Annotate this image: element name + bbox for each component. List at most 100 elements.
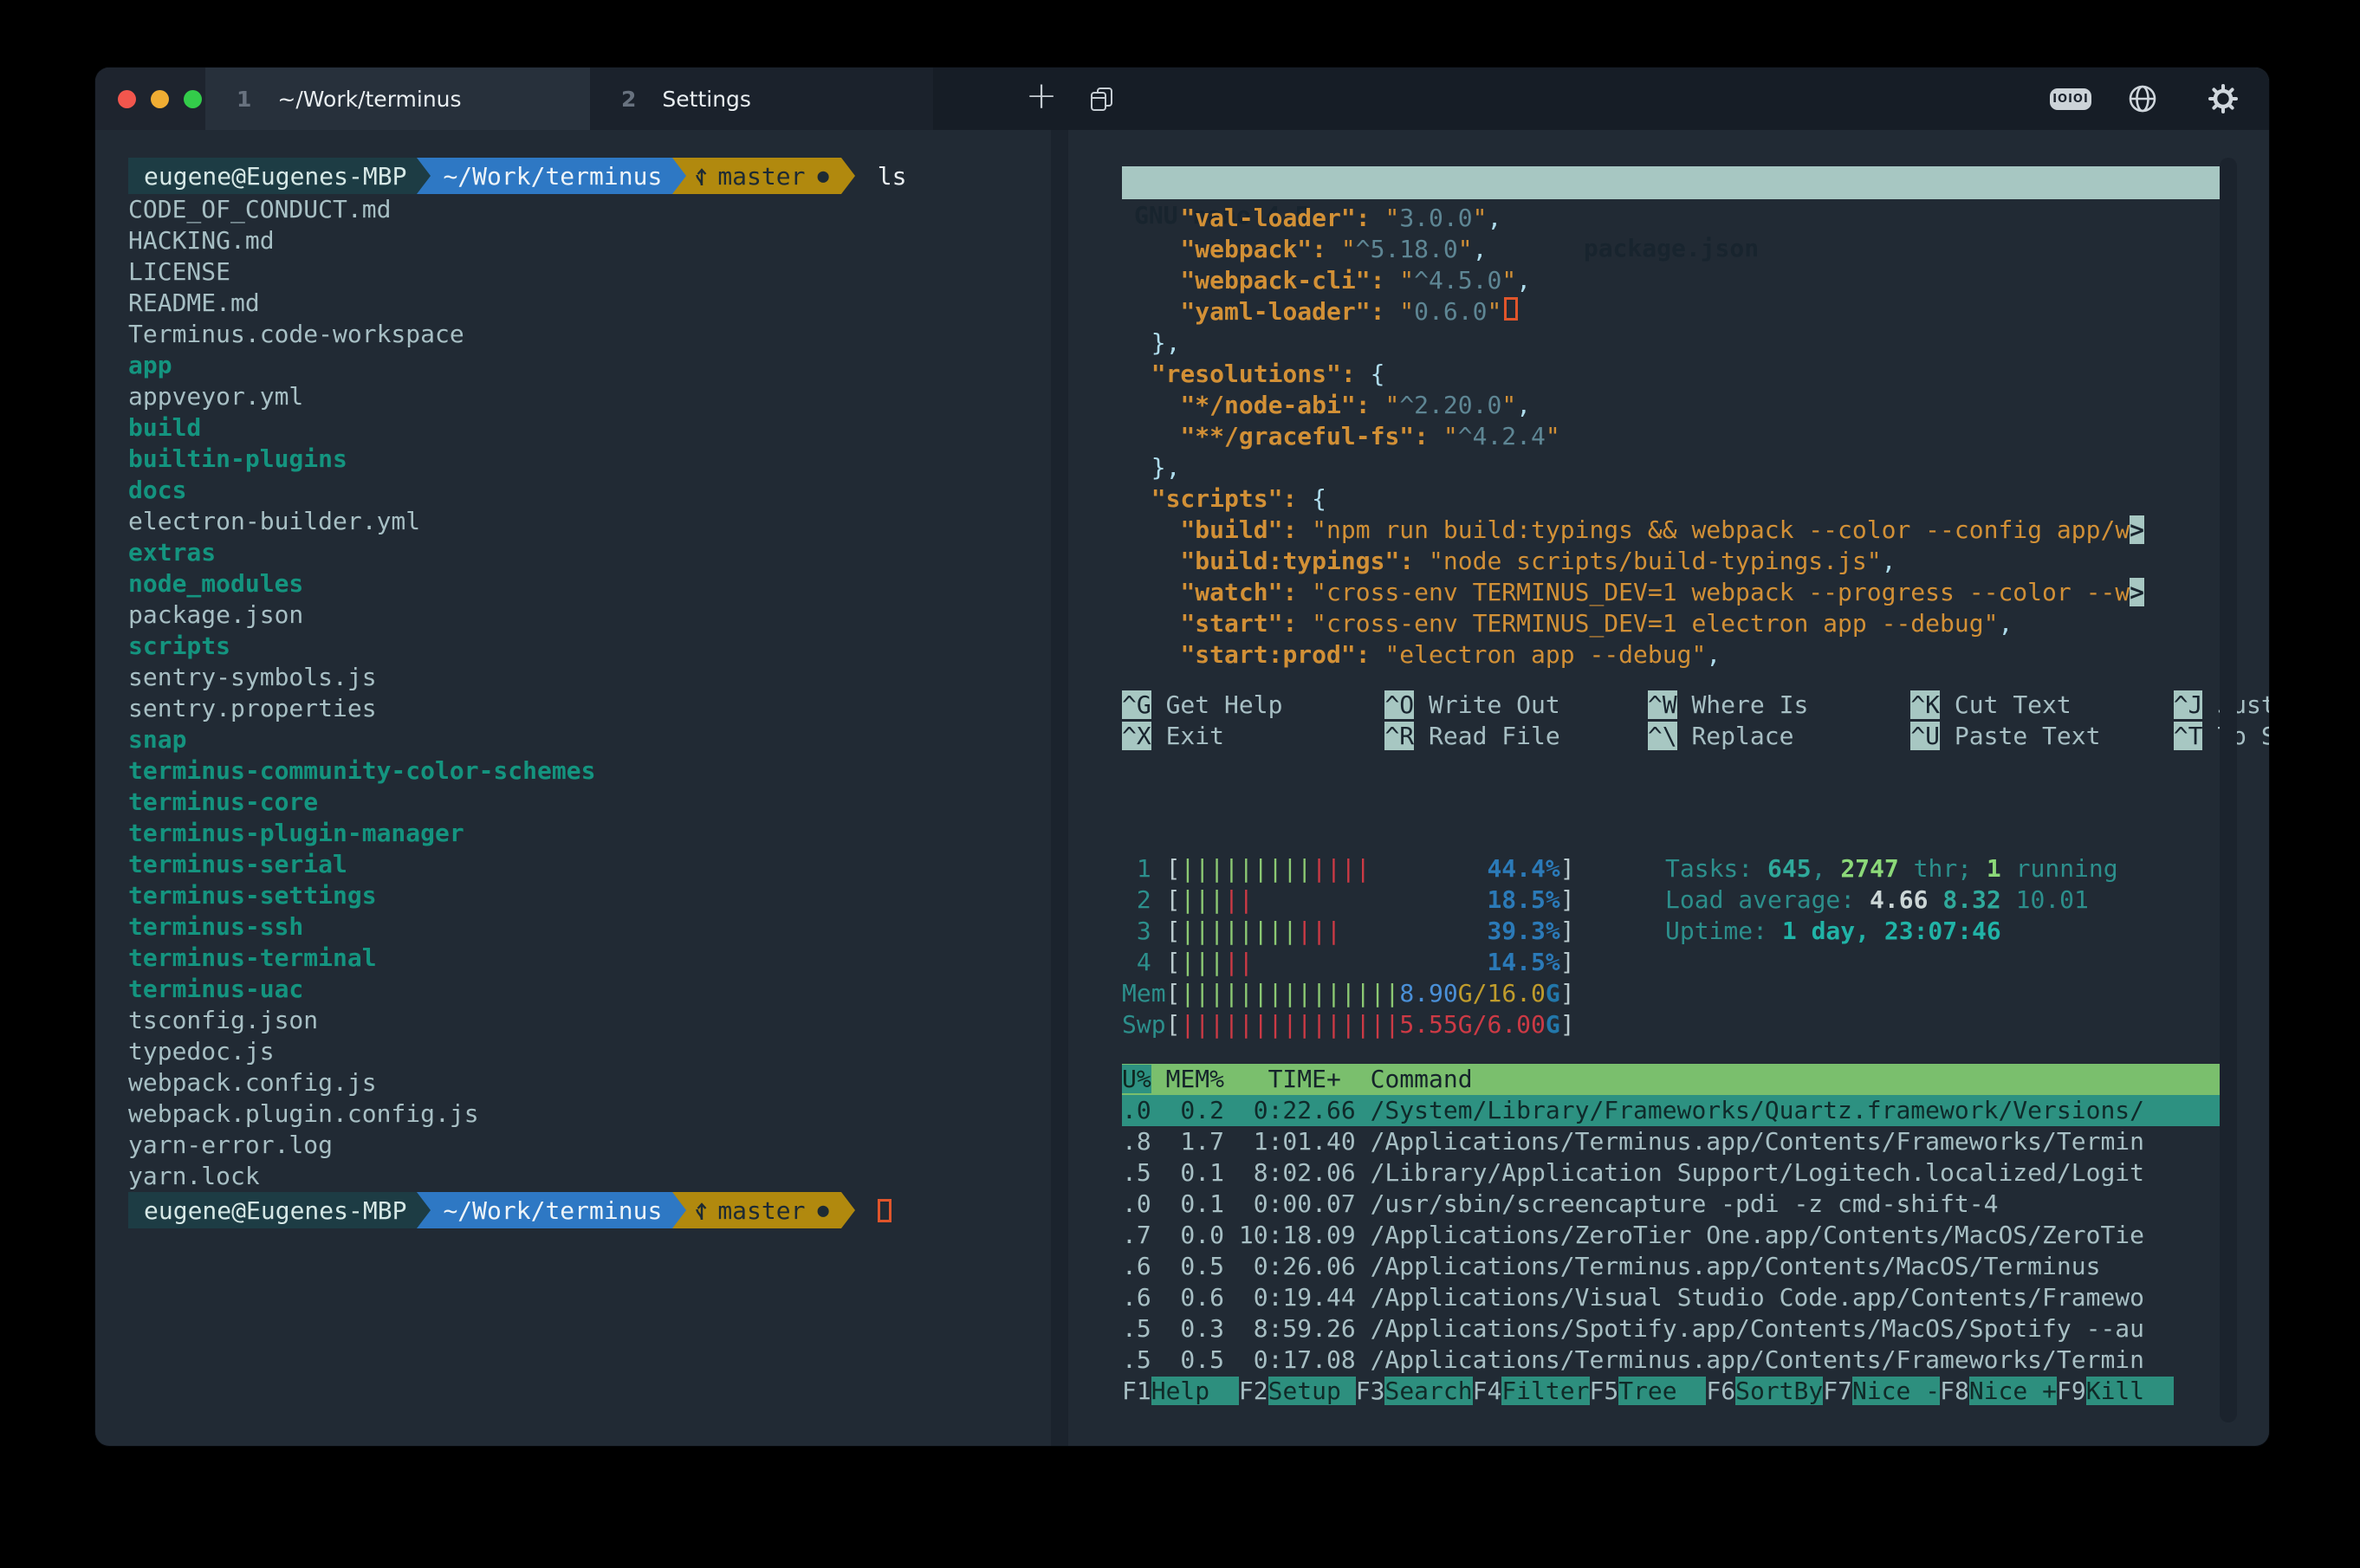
- terminus-window: 1 ~/Work/terminus 2 Settings + IOIOI: [95, 68, 2269, 1446]
- listing-directory: docs: [128, 475, 1047, 506]
- listing-directory: builtin-plugins: [128, 444, 1047, 475]
- listing-directory: extras: [128, 537, 1047, 568]
- process-row[interactable]: .6 0.6 0:19.44 /Applications/Visual Stud…: [1122, 1282, 2221, 1313]
- tab-settings[interactable]: 2 Settings: [590, 68, 933, 130]
- nano-shortcut-key: ^W: [1648, 690, 1677, 719]
- nano-shortcut-key: ^R: [1384, 722, 1414, 750]
- git-branch-icon: [693, 1197, 710, 1223]
- listing-file: electron-builder.yml: [128, 506, 1047, 537]
- process-row[interactable]: .0 0.2 0:22.66 /System/Library/Framework…: [1122, 1095, 2221, 1126]
- listing-file: CODE_OF_CONDUCT.md: [128, 194, 1047, 225]
- close-button[interactable]: [118, 90, 136, 108]
- serial-io-button[interactable]: IOIOI: [2050, 68, 2091, 130]
- nano-shortcut-key: ^O: [1384, 690, 1414, 719]
- fkey-nice-: Nice -: [1852, 1377, 1940, 1405]
- fkey-nice-: Nice +: [1969, 1377, 2057, 1405]
- shell-prompt: eugene@Eugenes-MBP ~/Work/terminus maste…: [128, 1192, 1047, 1228]
- prompt-cwd: ~/Work/terminus: [431, 158, 672, 194]
- htop-cpu-memory-meters: 1 [||||||||||||| 44.4%] 2 [||||| 18.5%] …: [1122, 853, 1575, 1040]
- title-bar: 1 ~/Work/terminus 2 Settings + IOIOI: [95, 68, 2269, 130]
- process-table-header[interactable]: U% MEM% TIME+ Command: [1122, 1064, 2221, 1095]
- globe-icon: [2126, 82, 2159, 115]
- tab-number: 2: [621, 87, 636, 112]
- prompt-cwd: ~/Work/terminus: [431, 1192, 672, 1228]
- fkey-kill: Kill: [2086, 1377, 2174, 1405]
- listing-file: Terminus.code-workspace: [128, 319, 1047, 350]
- prompt-git-segment: master ●: [686, 1192, 840, 1228]
- new-tab-button[interactable]: +: [1011, 68, 1072, 130]
- prompt-user-host: eugene@Eugenes-MBP: [128, 1192, 417, 1228]
- nano-editor-content: "val-loader": "3.0.0", "webpack": "^5.18…: [1122, 203, 2221, 671]
- listing-directory: terminus-plugin-manager: [128, 818, 1047, 849]
- listing-file: HACKING.md: [128, 225, 1047, 256]
- listing-file: tsconfig.json: [128, 1005, 1047, 1036]
- listing-directory: terminus-community-color-schemes: [128, 755, 1047, 787]
- pane-splitter[interactable]: [1051, 130, 1068, 1446]
- minimize-button[interactable]: [151, 90, 169, 108]
- listing-file: README.md: [128, 288, 1047, 319]
- listing-directory: terminus-serial: [128, 849, 1047, 880]
- typed-command: ls: [878, 158, 907, 194]
- process-row[interactable]: .8 1.7 1:01.40 /Applications/Terminus.ap…: [1122, 1126, 2221, 1157]
- terminal-cursor: [878, 1199, 891, 1222]
- process-row[interactable]: .0 0.1 0:00.07 /usr/sbin/screencapture -…: [1122, 1189, 2221, 1220]
- tab-number: 1: [237, 87, 251, 112]
- prompt-git-segment: master ●: [686, 158, 840, 194]
- process-row[interactable]: .5 0.1 8:02.06 /Library/Application Supp…: [1122, 1157, 2221, 1189]
- htop-process-table: U% MEM% TIME+ Command.0 0.2 0:22.66 /Sys…: [1122, 1064, 2221, 1407]
- powerline-separator-icon: [672, 158, 686, 194]
- fkey-sortby: SortBy: [1735, 1377, 1823, 1405]
- nano-shortcut-key: ^T: [2174, 722, 2203, 750]
- settings-button[interactable]: [2206, 68, 2240, 130]
- listing-file: webpack.plugin.config.js: [128, 1098, 1047, 1130]
- listing-file: LICENSE: [128, 256, 1047, 288]
- git-dirty-dot-icon: ●: [817, 1200, 828, 1221]
- listing-directory: snap: [128, 724, 1047, 755]
- git-branch-icon: [693, 163, 710, 189]
- process-row[interactable]: .5 0.3 8:59.26 /Applications/Spotify.app…: [1122, 1313, 2221, 1344]
- listing-file: package.json: [128, 599, 1047, 631]
- traffic-lights: [95, 68, 205, 130]
- listing-directory: build: [128, 412, 1047, 444]
- listing-file: webpack.config.js: [128, 1067, 1047, 1098]
- powerline-separator-icon: [841, 1192, 855, 1228]
- fkey-tree: Tree: [1618, 1377, 1706, 1405]
- git-dirty-dot-icon: ●: [817, 165, 828, 187]
- listing-directory: terminus-terminal: [128, 943, 1047, 974]
- nano-title-bar: GNU nano 4.5 package.json: [1122, 166, 2221, 199]
- stacked-windows-icon: [1089, 86, 1115, 112]
- htop-tasks-summary: Tasks: 645, 2747 thr; 1 runningLoad aver…: [1665, 853, 2118, 947]
- fkey-filter: Filter: [1501, 1377, 1589, 1405]
- shell-prompt: eugene@Eugenes-MBP ~/Work/terminus maste…: [128, 158, 1047, 194]
- tab-work-terminus[interactable]: 1 ~/Work/terminus: [205, 68, 590, 130]
- directory-listing: CODE_OF_CONDUCT.mdHACKING.mdLICENSEREADM…: [128, 194, 1047, 1192]
- tab-title: Settings: [662, 87, 751, 112]
- nano-shortcut-key: ^U: [1910, 722, 1940, 750]
- htop-function-key-bar[interactable]: F1Help F2Setup F3SearchF4FilterF5Tree F6…: [1122, 1376, 2221, 1407]
- listing-file: sentry-symbols.js: [128, 662, 1047, 693]
- io-indicator-icon: IOIOI: [2050, 88, 2091, 110]
- web-button[interactable]: [2126, 68, 2159, 130]
- zoom-button[interactable]: [184, 90, 202, 108]
- listing-directory: node_modules: [128, 568, 1047, 599]
- fkey-search: Search: [1384, 1377, 1472, 1405]
- process-row[interactable]: .6 0.5 0:26.06 /Applications/Terminus.ap…: [1122, 1251, 2221, 1282]
- split-windows-button[interactable]: [1072, 68, 1132, 130]
- listing-file: yarn-error.log: [128, 1130, 1047, 1161]
- listing-directory: app: [128, 350, 1047, 381]
- listing-directory: terminus-settings: [128, 880, 1047, 911]
- powerline-separator-icon: [417, 158, 431, 194]
- listing-directory: terminus-ssh: [128, 911, 1047, 943]
- listing-directory: scripts: [128, 631, 1047, 662]
- nano-shortcut-key: ^J: [2174, 690, 2203, 719]
- process-row[interactable]: .5 0.5 0:17.08 /Applications/Terminus.ap…: [1122, 1344, 2221, 1376]
- nano-shortcut-key: ^G: [1122, 690, 1151, 719]
- powerline-separator-icon: [672, 1192, 686, 1228]
- terminal-pane-right[interactable]: GNU nano 4.5 package.json "val-loader": …: [1122, 130, 2221, 1446]
- process-row[interactable]: .7 0.0 10:18.09 /Applications/ZeroTier O…: [1122, 1220, 2221, 1251]
- listing-file: yarn.lock: [128, 1161, 1047, 1192]
- listing-file: sentry.properties: [128, 693, 1047, 724]
- terminal-pane-left[interactable]: eugene@Eugenes-MBP ~/Work/terminus maste…: [128, 158, 1047, 1228]
- scrollbar[interactable]: [2220, 158, 2237, 1422]
- nano-shortcut-key: ^\: [1648, 722, 1677, 750]
